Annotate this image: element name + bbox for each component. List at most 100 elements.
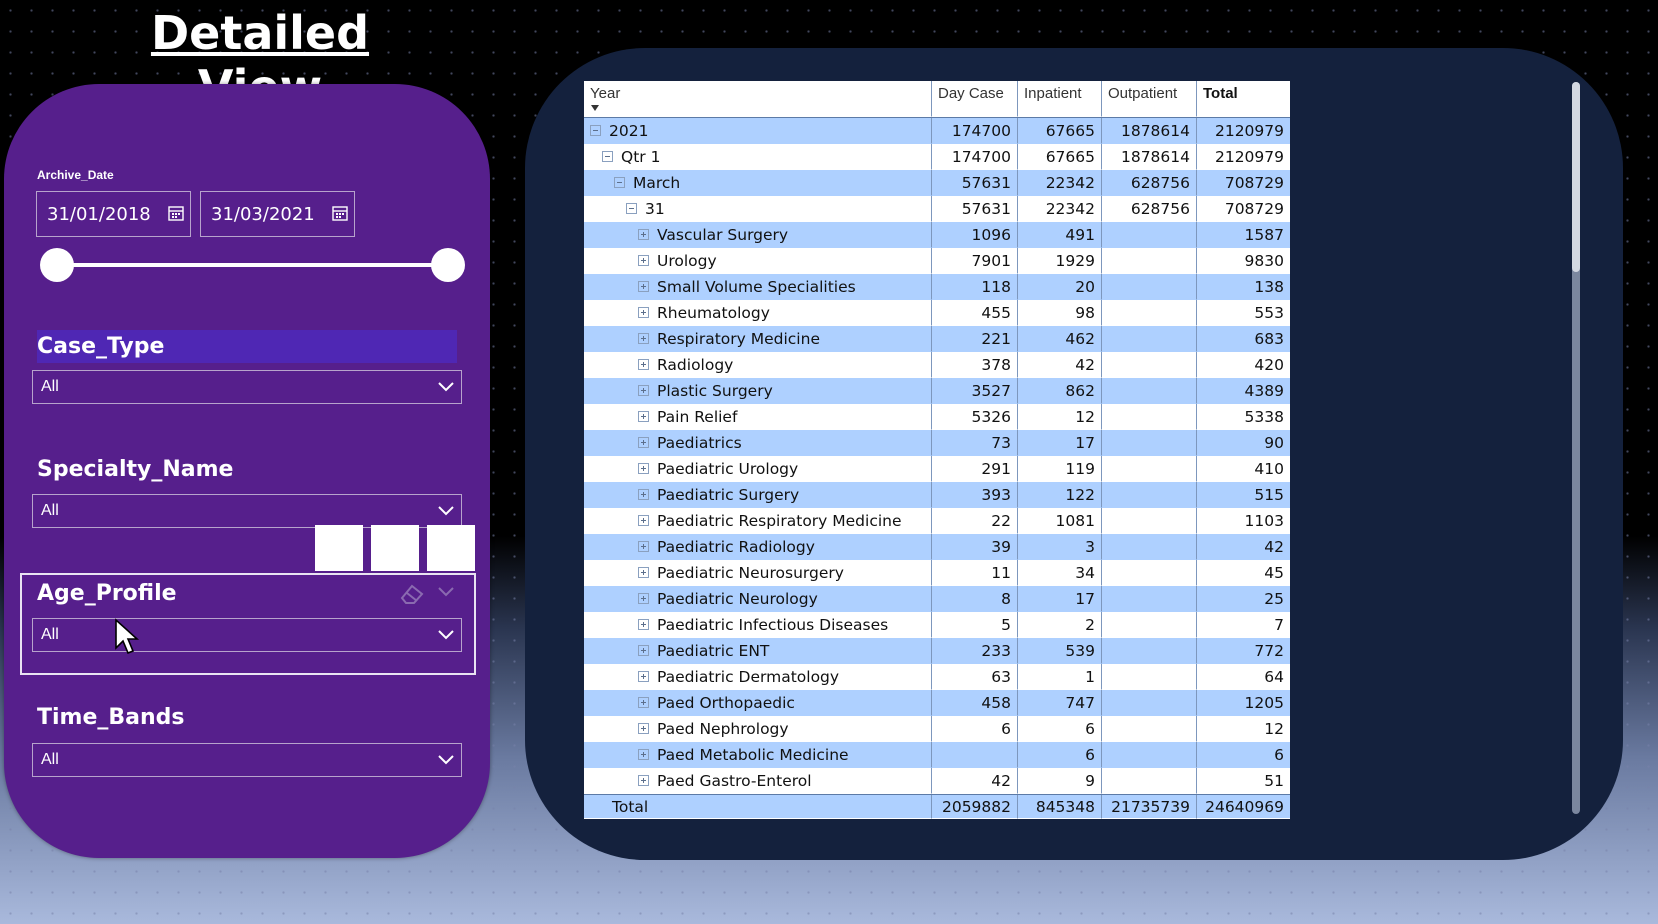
row-label: Plastic Surgery bbox=[657, 381, 773, 400]
age-profile-value: All bbox=[41, 626, 59, 643]
chevron-down-icon[interactable] bbox=[437, 584, 455, 598]
expand-icon[interactable] bbox=[638, 749, 649, 760]
outpatient-cell bbox=[1102, 222, 1197, 248]
expand-icon[interactable] bbox=[638, 541, 649, 552]
expand-icon[interactable] bbox=[638, 463, 649, 474]
outpatient-cell bbox=[1102, 508, 1197, 534]
inpatient-cell: 9 bbox=[1018, 768, 1102, 794]
total-cell: 420 bbox=[1197, 352, 1290, 378]
date-range-end-handle[interactable] bbox=[431, 248, 465, 282]
total-cell: 1587 bbox=[1197, 222, 1290, 248]
expand-icon[interactable] bbox=[638, 671, 649, 682]
visual-header-button[interactable] bbox=[315, 525, 363, 571]
collapse-icon[interactable] bbox=[602, 151, 613, 162]
expand-icon[interactable] bbox=[638, 385, 649, 396]
page-scrollbar-thumb[interactable] bbox=[1572, 82, 1580, 272]
row-label: Respiratory Medicine bbox=[657, 329, 820, 348]
row-label: Paediatric Neurosurgery bbox=[657, 563, 844, 582]
matrix-header-row: Year Day Case Inpatient Outpatient Total bbox=[584, 81, 1290, 118]
inpatient-cell: 6 bbox=[1018, 716, 1102, 742]
collapse-icon[interactable] bbox=[626, 203, 637, 214]
total-cell: 1103 bbox=[1197, 508, 1290, 534]
total-cell: 772 bbox=[1197, 638, 1290, 664]
start-date-value: 31/01/2018 bbox=[47, 203, 151, 225]
case-type-title: Case_Type bbox=[37, 330, 457, 363]
calendar-icon[interactable] bbox=[168, 205, 184, 221]
total-day-case: 2059882 bbox=[932, 795, 1018, 819]
column-header-inpatient[interactable]: Inpatient bbox=[1018, 81, 1102, 117]
row-label-cell: Paed Gastro-Enterol bbox=[584, 768, 932, 794]
column-header-year[interactable]: Year bbox=[584, 81, 932, 117]
column-header-day-case[interactable]: Day Case bbox=[932, 81, 1018, 117]
outpatient-cell bbox=[1102, 300, 1197, 326]
day-case-cell: 7901 bbox=[932, 248, 1018, 274]
expand-icon[interactable] bbox=[638, 437, 649, 448]
row-label-cell: Paediatrics bbox=[584, 430, 932, 456]
case-type-dropdown[interactable]: All bbox=[32, 370, 462, 404]
inpatient-cell: 747 bbox=[1018, 690, 1102, 716]
expand-icon[interactable] bbox=[638, 697, 649, 708]
expand-icon[interactable] bbox=[638, 359, 649, 370]
collapse-icon[interactable] bbox=[614, 177, 625, 188]
end-date-input[interactable]: 31/03/2021 bbox=[200, 191, 355, 237]
inpatient-cell: 12 bbox=[1018, 404, 1102, 430]
outpatient-cell: 1878614 bbox=[1102, 144, 1197, 170]
expand-icon[interactable] bbox=[638, 567, 649, 578]
sort-descending-icon[interactable] bbox=[590, 104, 600, 112]
outpatient-cell bbox=[1102, 742, 1197, 768]
table-row: March 57631 22342 628756 708729 bbox=[584, 170, 1290, 196]
total-total: 24640969 bbox=[1197, 795, 1290, 819]
inpatient-cell: 42 bbox=[1018, 352, 1102, 378]
visual-header-button[interactable] bbox=[371, 525, 419, 571]
total-cell: 515 bbox=[1197, 482, 1290, 508]
specialty-name-dropdown[interactable]: All bbox=[32, 494, 462, 528]
start-date-input[interactable]: 31/01/2018 bbox=[36, 191, 191, 237]
expand-icon[interactable] bbox=[638, 489, 649, 500]
expand-icon[interactable] bbox=[638, 307, 649, 318]
age-profile-dropdown[interactable]: All bbox=[32, 618, 462, 652]
column-header-total[interactable]: Total bbox=[1197, 81, 1290, 117]
expand-icon[interactable] bbox=[638, 281, 649, 292]
expand-icon[interactable] bbox=[638, 775, 649, 786]
calendar-icon[interactable] bbox=[332, 205, 348, 221]
table-row: Paediatrics 73 17 90 bbox=[584, 430, 1290, 456]
expand-icon[interactable] bbox=[638, 619, 649, 630]
row-label-cell: Pain Relief bbox=[584, 404, 932, 430]
collapse-icon[interactable] bbox=[590, 125, 601, 136]
expand-icon[interactable] bbox=[638, 255, 649, 266]
inpatient-cell: 67665 bbox=[1018, 118, 1102, 144]
end-date-value: 31/03/2021 bbox=[211, 203, 315, 225]
expand-icon[interactable] bbox=[638, 411, 649, 422]
day-case-cell: 1096 bbox=[932, 222, 1018, 248]
inpatient-cell: 22342 bbox=[1018, 196, 1102, 222]
row-label-cell: Respiratory Medicine bbox=[584, 326, 932, 352]
expand-icon[interactable] bbox=[638, 645, 649, 656]
expand-icon[interactable] bbox=[638, 229, 649, 240]
mouse-cursor-icon bbox=[115, 618, 140, 655]
time-bands-dropdown[interactable]: All bbox=[32, 743, 462, 777]
row-label: Paediatric Dermatology bbox=[657, 667, 840, 686]
expand-icon[interactable] bbox=[638, 723, 649, 734]
total-cell: 683 bbox=[1197, 326, 1290, 352]
date-range-start-handle[interactable] bbox=[40, 248, 74, 282]
outpatient-cell bbox=[1102, 482, 1197, 508]
outpatient-cell bbox=[1102, 690, 1197, 716]
visual-header-button[interactable] bbox=[427, 525, 475, 571]
day-case-cell: 73 bbox=[932, 430, 1018, 456]
outpatient-cell bbox=[1102, 638, 1197, 664]
inpatient-cell: 1929 bbox=[1018, 248, 1102, 274]
row-label-cell: Rheumatology bbox=[584, 300, 932, 326]
row-label: Paediatric ENT bbox=[657, 641, 770, 660]
column-header-outpatient[interactable]: Outpatient bbox=[1102, 81, 1197, 117]
expand-icon[interactable] bbox=[638, 333, 649, 344]
chevron-down-icon bbox=[438, 755, 454, 765]
expand-icon[interactable] bbox=[638, 593, 649, 604]
table-row: Paediatric ENT 233 539 772 bbox=[584, 638, 1290, 664]
total-cell: 553 bbox=[1197, 300, 1290, 326]
row-label: Urology bbox=[657, 251, 717, 270]
inpatient-cell: 17 bbox=[1018, 430, 1102, 456]
outpatient-cell bbox=[1102, 456, 1197, 482]
date-range-slider-track[interactable] bbox=[56, 263, 448, 267]
expand-icon[interactable] bbox=[638, 515, 649, 526]
eraser-icon[interactable] bbox=[398, 580, 428, 606]
